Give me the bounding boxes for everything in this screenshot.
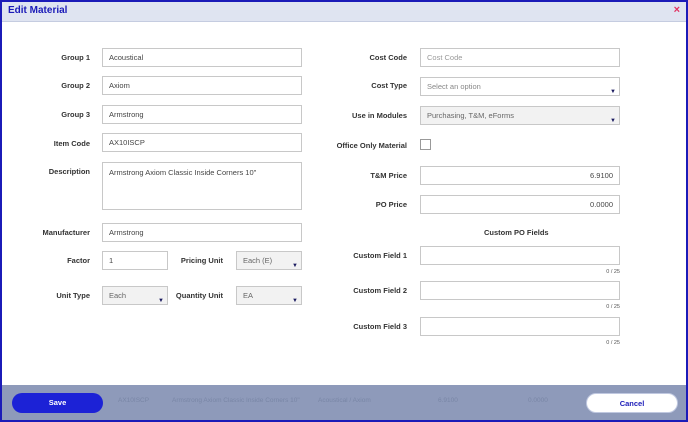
factor-label: Factor: [67, 256, 90, 265]
group1-input[interactable]: Acoustical: [102, 48, 302, 67]
tm-price-label: T&M Price: [370, 171, 407, 180]
group3-label: Group 3: [61, 110, 90, 119]
unit-type-label: Unit Type: [56, 291, 90, 300]
quantity-unit-value: EA: [243, 291, 254, 300]
dialog-footer: AX10ISCP Armstrong Axiom Classic Inside …: [2, 385, 686, 420]
pricing-unit-label: Pricing Unit: [180, 256, 223, 265]
custom-field-3-counter: 0 / 25: [606, 340, 620, 346]
unit-type-value: Each: [109, 291, 127, 300]
cancel-button[interactable]: Cancel: [586, 393, 678, 413]
custom-po-fields-heading: Custom PO Fields: [484, 228, 549, 237]
dialog-header: Edit Material ×: [2, 2, 686, 22]
custom-field-3-input[interactable]: [420, 317, 620, 336]
group3-input[interactable]: Armstrong: [102, 105, 302, 124]
background-text: AX10ISCP: [118, 397, 150, 404]
save-button[interactable]: Save: [12, 393, 103, 413]
cost-type-value: Select an option: [427, 82, 481, 91]
custom-field-1-input[interactable]: [420, 246, 620, 265]
cost-code-input[interactable]: Cost Code: [420, 48, 620, 67]
po-price-label: PO Price: [375, 200, 407, 209]
factor-input[interactable]: 1: [102, 251, 168, 270]
background-text: 0.0000: [528, 397, 548, 404]
custom-field-3-label: Custom Field 3: [353, 322, 407, 331]
pricing-unit-value: Each (E): [243, 256, 273, 265]
chevron-down-icon: ▼: [292, 298, 298, 304]
chevron-down-icon: ▼: [158, 298, 164, 304]
description-textarea[interactable]: Armstrong Axiom Classic Inside Corners 1…: [102, 162, 302, 210]
item-code-input[interactable]: AX10ISCP: [102, 133, 302, 152]
background-text: 6.9100: [438, 397, 458, 404]
item-code-label: Item Code: [53, 139, 90, 148]
manufacturer-input[interactable]: Armstrong: [102, 223, 302, 242]
custom-field-2-counter: 0 / 25: [606, 304, 620, 310]
background-text: Armstrong Axiom Classic Inside Corners 1…: [172, 397, 300, 404]
custom-field-2-label: Custom Field 2: [353, 286, 407, 295]
chevron-down-icon: ▼: [610, 89, 616, 95]
dialog-title: Edit Material: [8, 5, 68, 16]
chevron-down-icon: ▼: [292, 263, 298, 269]
use-in-modules-value: Purchasing, T&M, eForms: [427, 111, 514, 120]
cost-type-label: Cost Type: [371, 81, 407, 90]
quantity-unit-select[interactable]: EA ▼: [236, 286, 302, 305]
group1-label: Group 1: [61, 53, 90, 62]
close-icon[interactable]: ×: [674, 4, 680, 16]
pricing-unit-select[interactable]: Each (E) ▼: [236, 251, 302, 270]
description-label: Description: [48, 167, 90, 176]
custom-field-1-counter: 0 / 25: [606, 269, 620, 275]
edit-material-dialog: Edit Material × Group 1 Acoustical Group…: [0, 0, 688, 422]
office-only-label: Office Only Material: [336, 141, 407, 150]
group2-label: Group 2: [61, 81, 90, 90]
cost-code-label: Cost Code: [369, 53, 408, 62]
unit-type-select[interactable]: Each ▼: [102, 286, 168, 305]
cost-type-select[interactable]: Select an option ▼: [420, 77, 620, 96]
custom-field-2-input[interactable]: [420, 281, 620, 300]
background-text: Acoustical / Axiom: [318, 397, 371, 404]
chevron-down-icon: ▼: [610, 118, 616, 124]
group2-input[interactable]: Axiom: [102, 76, 302, 95]
use-in-modules-select[interactable]: Purchasing, T&M, eForms ▼: [420, 106, 620, 125]
custom-field-1-label: Custom Field 1: [353, 251, 407, 260]
tm-price-input[interactable]: 6.9100: [420, 166, 620, 185]
use-in-modules-label: Use in Modules: [351, 111, 407, 120]
quantity-unit-label: Quantity Unit: [175, 291, 223, 300]
po-price-input[interactable]: 0.0000: [420, 195, 620, 214]
office-only-checkbox[interactable]: [420, 139, 431, 150]
manufacturer-label: Manufacturer: [42, 228, 90, 237]
